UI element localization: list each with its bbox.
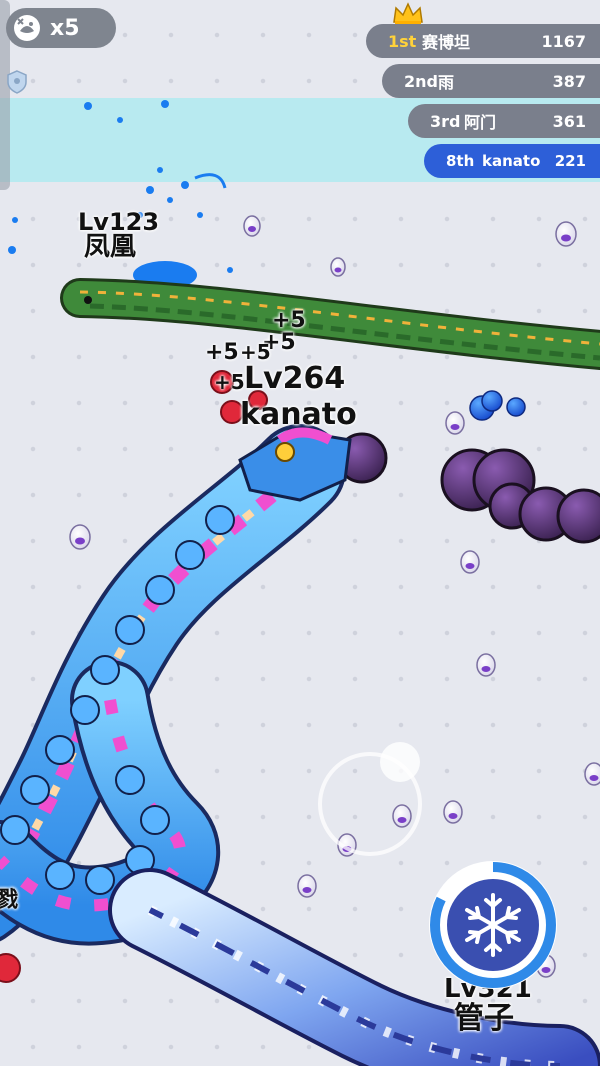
leaderboard-rank: 1st xyxy=(388,31,417,51)
lives-count: x5 xyxy=(50,15,80,41)
leaderboard-name: 雨 xyxy=(438,73,455,92)
leaderboard-score: 221 xyxy=(554,152,586,170)
crown-icon xyxy=(393,2,423,25)
leaderboard-score: 387 xyxy=(552,71,586,91)
enemy-level-label: Lv123 xyxy=(78,208,160,236)
skill-button[interactable] xyxy=(426,858,560,992)
leaderboard-name: kanato xyxy=(482,152,541,170)
enemy-name-label: 凤凰 xyxy=(84,232,137,262)
blue-orbs xyxy=(469,390,526,421)
leaderboard-score: 361 xyxy=(552,111,586,131)
score-popup: +5 xyxy=(240,340,271,364)
leaderboard-row-2: 2nd 雨 387 xyxy=(382,64,600,98)
player-name-label: kanato xyxy=(240,397,357,432)
leaderboard-name: 阿门 xyxy=(464,113,497,132)
player-level-label: Lv264 xyxy=(244,361,346,396)
joystick-knob[interactable] xyxy=(380,742,420,782)
leaderboard-rank: 2nd xyxy=(404,71,438,91)
lives-counter: x5 xyxy=(6,8,116,48)
shield-icon xyxy=(7,70,27,94)
green-snake xyxy=(60,278,600,370)
leaderboard-rank: 8th xyxy=(446,152,475,170)
enemy-name-fragment: 戮 xyxy=(0,888,19,913)
leaderboard-name: 赛博坦 xyxy=(422,33,471,52)
leaderboard-row-3: 3rd 阿门 361 xyxy=(408,104,600,138)
leaderboard-score: 1167 xyxy=(541,31,586,51)
score-popup: +5 xyxy=(205,340,239,365)
enemy-name-label: 管子 xyxy=(454,1001,514,1036)
ghost-snake-icon xyxy=(14,15,40,41)
leaderboard-row-1: 1st 赛博坦 1167 xyxy=(366,24,600,58)
leaderboard-row-self: 8th kanato 221 xyxy=(424,144,600,178)
leaderboard-rank: 3rd xyxy=(430,111,461,131)
score-popup: +5 xyxy=(272,308,306,333)
score-popup: +5 xyxy=(214,370,245,394)
player-snake-kanato xyxy=(0,424,352,946)
purple-snake xyxy=(336,432,600,544)
